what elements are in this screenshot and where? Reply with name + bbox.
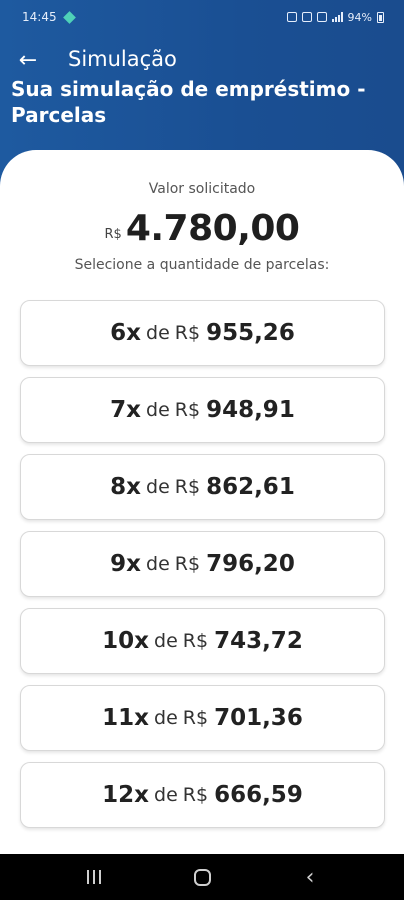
installment-count: 9x: [110, 551, 142, 577]
installment-value: 955,26: [206, 320, 295, 346]
recent-apps-button[interactable]: [64, 854, 124, 900]
arrow-left-icon: ←: [18, 47, 38, 73]
page-title: Sua simulação de empréstimo - Parcelas: [11, 77, 366, 127]
installment-de: de: [146, 322, 170, 344]
requested-value-label: Valor solicitado: [148, 181, 256, 197]
installment-option-11x[interactable]: 11x de R$ 701,36: [20, 685, 385, 751]
installment-count: 8x: [110, 474, 142, 500]
installment-option-8x[interactable]: 8x de R$ 862,61: [20, 454, 385, 520]
battery-icon: [377, 11, 384, 23]
app-bar: ← Simulação: [0, 44, 404, 76]
status-time: 14:45: [22, 10, 57, 24]
battery-text: 94%: [347, 10, 372, 24]
installment-currency: R$: [174, 476, 201, 498]
amount-value: 4.780,00: [125, 208, 300, 249]
installment-count: 6x: [110, 320, 142, 346]
app-bar-title: Simulação: [68, 47, 177, 71]
back-chevron-icon: ‹: [305, 864, 315, 890]
installment-de: de: [154, 784, 178, 806]
content-sheet: Valor solicitado R$ 4.780,00 Selecione a …: [0, 150, 404, 854]
installment-de: de: [146, 476, 170, 498]
signal-icon: [331, 12, 343, 22]
installment-de: de: [146, 399, 170, 421]
amount-currency: R$: [104, 227, 122, 242]
installment-option-7x[interactable]: 7x de R$ 948,91: [20, 377, 385, 443]
installment-value: 862,61: [206, 474, 295, 500]
installment-count: 7x: [110, 397, 142, 423]
installment-count: 12x: [102, 782, 150, 808]
installment-value: 948,91: [206, 397, 295, 423]
recent-apps-icon: [87, 870, 101, 884]
installment-de: de: [154, 707, 178, 729]
alarm-icon: [286, 12, 297, 22]
installment-currency: R$: [174, 553, 201, 575]
wifi-icon: [316, 12, 327, 22]
installment-option-9x[interactable]: 9x de R$ 796,20: [20, 531, 385, 597]
installment-currency: R$: [182, 630, 209, 652]
app-notification-icon: [62, 10, 76, 24]
installment-de: de: [146, 553, 170, 575]
installment-count: 11x: [102, 705, 150, 731]
system-navigation-bar: ‹: [0, 854, 404, 900]
instruction-text: Selecione a quantidade de parcelas:: [74, 257, 330, 273]
system-back-button[interactable]: ‹: [280, 854, 340, 900]
mute-icon: [301, 12, 312, 22]
back-button[interactable]: ←: [14, 44, 42, 76]
installment-currency: R$: [182, 784, 209, 806]
installment-value: 666,59: [214, 782, 303, 808]
installment-option-10x[interactable]: 10x de R$ 743,72: [20, 608, 385, 674]
installment-count: 10x: [102, 628, 150, 654]
status-bar: 14:45 94%: [0, 0, 404, 34]
installment-de: de: [154, 630, 178, 652]
installment-value: 701,36: [214, 705, 303, 731]
installment-currency: R$: [174, 399, 201, 421]
requested-amount: R$ 4.780,00: [0, 208, 404, 249]
home-icon: [193, 868, 211, 886]
installment-value: 743,72: [214, 628, 303, 654]
installment-option-12x[interactable]: 12x de R$ 666,59: [20, 762, 385, 828]
installment-option-6x[interactable]: 6x de R$ 955,26: [20, 300, 385, 366]
installment-currency: R$: [182, 707, 209, 729]
home-button[interactable]: [172, 854, 232, 900]
installment-value: 796,20: [206, 551, 295, 577]
installment-currency: R$: [174, 322, 201, 344]
